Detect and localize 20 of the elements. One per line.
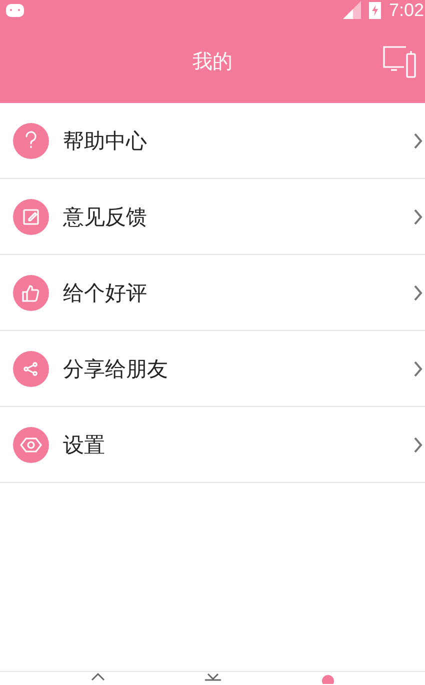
- edit-icon: [13, 198, 49, 234]
- thumbs-up-icon: [13, 274, 49, 310]
- chevron-right-icon: [413, 132, 423, 150]
- chevron-icon: [204, 672, 222, 684]
- status-time: 7:02: [388, 0, 424, 20]
- share-icon: [13, 350, 49, 386]
- robot-icon: [6, 3, 24, 17]
- menu-item[interactable]: 意见反馈: [0, 179, 425, 255]
- chevron-right-icon: [413, 436, 423, 454]
- chevron-right-icon: [413, 360, 423, 378]
- page-title: 我的: [192, 48, 232, 75]
- devices-icon[interactable]: [383, 46, 417, 78]
- chevron-right-icon: [413, 284, 423, 302]
- chevron-right-icon: [413, 208, 423, 226]
- menu-item[interactable]: 分享给朋友: [0, 331, 425, 407]
- menu-item[interactable]: 给个好评: [0, 255, 425, 331]
- menu-item[interactable]: 设置: [0, 407, 425, 483]
- menu-item[interactable]: 帮助中心: [0, 103, 425, 179]
- help-icon: [13, 122, 49, 158]
- gear-icon: [13, 426, 49, 462]
